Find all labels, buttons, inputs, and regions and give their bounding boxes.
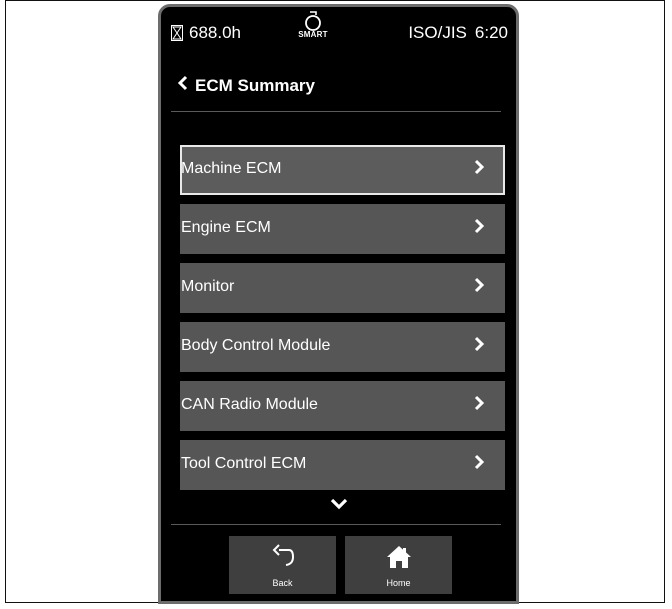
chevron-right-icon bbox=[473, 394, 485, 418]
list-item-label: Machine ECM bbox=[181, 160, 282, 177]
page-title: ECM Summary bbox=[195, 76, 315, 95]
smart-engine-icon bbox=[305, 11, 321, 31]
back-button-label: Back bbox=[272, 578, 293, 588]
smart-label: SMART bbox=[298, 30, 328, 39]
page-header[interactable]: ECM Summary bbox=[161, 62, 516, 112]
list-item-label: Tool Control ECM bbox=[181, 455, 307, 472]
display-screen: 688.0h SMART ISO/JIS 6:20 ECM Summary Ma… bbox=[158, 4, 519, 604]
home-button[interactable]: Home bbox=[345, 536, 452, 594]
chevron-right-icon bbox=[473, 453, 485, 477]
hourglass-icon bbox=[171, 25, 183, 41]
smart-indicator: SMART bbox=[295, 11, 331, 39]
list-item-machine-ecm[interactable]: Machine ECM bbox=[180, 145, 505, 195]
chevron-right-icon bbox=[473, 158, 485, 182]
list-item-body-control-module[interactable]: Body Control Module bbox=[180, 322, 505, 372]
list-item-engine-ecm[interactable]: Engine ECM bbox=[180, 204, 505, 254]
chevron-left-icon[interactable] bbox=[177, 74, 189, 97]
list-item-label: Body Control Module bbox=[181, 337, 331, 354]
list-item-monitor[interactable]: Monitor bbox=[180, 263, 505, 313]
units-indicator: ISO/JIS bbox=[408, 23, 467, 42]
chevron-down-icon[interactable] bbox=[329, 497, 349, 511]
chevron-right-icon bbox=[473, 276, 485, 300]
list-item-can-radio-module[interactable]: CAN Radio Module bbox=[180, 381, 505, 431]
hour-meter-value: 688.0h bbox=[189, 23, 241, 42]
clock: 6:20 bbox=[474, 23, 508, 42]
status-right: ISO/JIS 6:20 bbox=[408, 23, 508, 43]
chevron-right-icon bbox=[473, 217, 485, 241]
figure-frame: 688.0h SMART ISO/JIS 6:20 ECM Summary Ma… bbox=[5, 0, 665, 604]
header-divider bbox=[171, 111, 501, 112]
list-item-label: Monitor bbox=[181, 278, 235, 295]
ecm-list: Machine ECM Engine ECM Monitor Body Cont… bbox=[180, 145, 505, 499]
footer-divider bbox=[171, 524, 501, 525]
list-item-label: CAN Radio Module bbox=[181, 396, 318, 413]
back-button[interactable]: Back bbox=[229, 536, 336, 594]
home-button-label: Home bbox=[386, 578, 411, 588]
house-icon bbox=[386, 546, 411, 568]
undo-arrow-icon bbox=[272, 544, 294, 566]
chevron-right-icon bbox=[473, 335, 485, 359]
status-bar: 688.0h SMART ISO/JIS 6:20 bbox=[161, 7, 516, 59]
list-item-tool-control-ecm[interactable]: Tool Control ECM bbox=[180, 440, 505, 490]
list-item-label: Engine ECM bbox=[181, 219, 271, 236]
scroll-more-indicator[interactable] bbox=[161, 497, 516, 516]
hour-meter: 688.0h bbox=[171, 23, 241, 43]
